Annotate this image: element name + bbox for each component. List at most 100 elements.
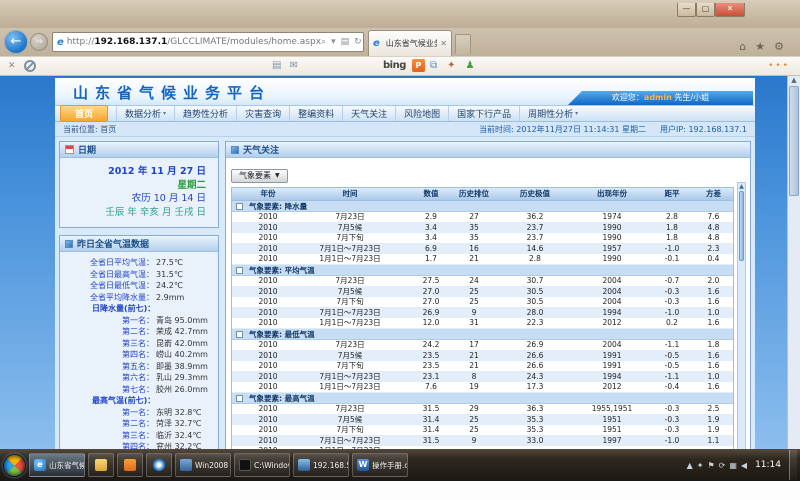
element-filter-button[interactable]: 气象要素▼ (231, 169, 288, 183)
table-scrollbar[interactable]: ▲ (737, 182, 746, 449)
menu-item-数据分析[interactable]: 数据分析▾ (116, 106, 174, 121)
site-header: 山东省气候业务平台 欢迎您：admin 先生/小姐 (55, 78, 755, 105)
menu-item-整编资料[interactable]: 整编资料 (289, 106, 342, 121)
taskbar-clock[interactable]: 11:14 (755, 460, 781, 470)
photos-icon[interactable]: ⧉ (430, 60, 437, 71)
window-titlebar: — ▢ ✕ (0, 0, 800, 28)
browser-tab[interactable]: e 山东省气候业务平... ✕ (368, 30, 452, 56)
arrow-up-icon[interactable]: ▲ (687, 461, 693, 470)
menu-item-周期性分析[interactable]: 周期性分析▾ (519, 106, 586, 121)
column-header[interactable]: 方差 (694, 188, 733, 199)
search-icon[interactable]: ⌕ (321, 37, 326, 47)
group-checkbox[interactable] (236, 203, 243, 210)
remote-desktop-icon (298, 459, 310, 471)
panel-icon (231, 146, 239, 154)
menu-item-国家下行产品[interactable]: 国家下行产品 (448, 106, 519, 121)
page-title: 山东省气候业务平台 (73, 82, 271, 103)
stats-list: 全省日平均气温：27.5℃全省日最高气温：31.5℃全省日最低气温：24.2℃全… (64, 257, 214, 303)
forward-button[interactable]: → (30, 33, 48, 51)
group-checkbox[interactable] (236, 331, 243, 338)
group-checkbox[interactable] (236, 267, 243, 274)
taskbar-button[interactable] (88, 453, 114, 477)
group-checkbox[interactable] (236, 395, 243, 402)
rank-row: 第三名：临沂 32.4℃ (64, 430, 214, 442)
url-host: 192.168.137.1 (94, 37, 167, 47)
close-addon-icon[interactable]: ✕ (8, 61, 16, 71)
column-header[interactable]: 历史排位 (452, 188, 496, 199)
tab-close-icon[interactable]: ✕ (440, 39, 447, 48)
rank-row: 第三名：昆嵛 42.0mm (64, 338, 214, 350)
system-tray: ▲ ✦⚑ ⟳▦ ◀ 11:14 (687, 450, 797, 480)
ie-icon: e (34, 459, 46, 471)
favorites-star-icon[interactable]: ★ (755, 40, 765, 53)
column-header[interactable]: 距平 (650, 188, 694, 199)
security-icon[interactable]: ✦ (697, 461, 704, 470)
minimize-button[interactable]: — (677, 3, 696, 17)
page-icon[interactable]: ▤ (341, 37, 350, 47)
table-row[interactable]: 20101月1日～7月23日1.7212.81990-0.10.4 (232, 254, 733, 265)
chevron-down-icon: ▼ (275, 172, 280, 179)
taskbar-button[interactable]: W操作手册.docx ... (352, 453, 408, 477)
scrollbar-thumb[interactable] (789, 86, 799, 196)
column-header[interactable]: 数值 (410, 188, 452, 199)
screenshot-bottom-margin (0, 481, 800, 500)
column-header[interactable]: 时间 (290, 188, 410, 199)
maximize-button[interactable]: ▢ (696, 3, 715, 17)
update-icon[interactable]: ⟳ (719, 461, 726, 470)
taskbar-button[interactable] (146, 453, 172, 477)
stat-row: 全省日平均气温：27.5℃ (64, 257, 214, 269)
column-header[interactable]: 出现年份 (574, 188, 650, 199)
word-icon: W (357, 459, 369, 471)
yesterday-weather-panel: 昨日全省气温数据 全省日平均气温：27.5℃全省日最高气温：31.5℃全省日最低… (59, 235, 219, 449)
bing-badge-icon[interactable]: P (412, 59, 425, 72)
menu-item-灾害查询[interactable]: 灾害查询 (236, 106, 289, 121)
browser-scrollbar[interactable]: ▲ (787, 76, 800, 449)
user-ip: 用户IP: 192.168.137.1 (660, 124, 747, 135)
command-bar: ✕ ▤ ✉ bing P ⧉ ✦ ♟ ••• (0, 56, 800, 76)
table-row[interactable]: 20101月1日～7月23日12.03122.320120.21.6 (232, 318, 733, 329)
card-icon[interactable]: ▤ (272, 60, 281, 71)
bing-logo[interactable]: bing (383, 60, 406, 71)
menu-item-风险地图[interactable]: 风险地图 (395, 106, 448, 121)
address-bar[interactable]: e http://192.168.137.1/GLCCLIMATE/module… (52, 32, 364, 52)
calendar-lunar-date: 农历 10 月 14 日 (66, 192, 206, 206)
calendar-weekday: 星期二 (66, 179, 206, 193)
folder-icon (95, 459, 107, 471)
rank-row: 第四名：崂山 40.2mm (64, 349, 214, 361)
taskbar-button[interactable]: Win2008 (VS2... (175, 453, 231, 477)
column-header[interactable]: 年份 (246, 188, 290, 199)
mail-icon[interactable]: ✉ (289, 60, 297, 71)
show-desktop-button[interactable] (789, 450, 797, 480)
weather-focus-panel: 天气关注 气象要素▼ 年份时间数值历史排位历史极值出现年份距平方差 气象要素: … (225, 141, 751, 449)
new-tab-button[interactable] (455, 34, 471, 54)
flag-icon[interactable]: ⚑ (707, 461, 714, 470)
taskbar-button[interactable]: e山东省气候业... (29, 453, 85, 477)
back-button[interactable]: ← (4, 30, 28, 54)
scrollbar-thumb[interactable] (739, 191, 744, 261)
speaker-icon[interactable]: ◀ (741, 461, 747, 470)
menu-item-趋势性分析[interactable]: 趋势性分析 (174, 106, 236, 121)
taskbar-button[interactable] (117, 453, 143, 477)
taskbar-button[interactable]: C:\Windows\s... (234, 453, 290, 477)
stat-row: 全省日最低气温：24.2℃ (64, 280, 214, 292)
close-button[interactable]: ✕ (715, 3, 745, 17)
column-header[interactable]: 历史极值 (496, 188, 574, 199)
table-row[interactable]: 20101月1日～7月23日7.61917.32012-0.41.6 (232, 382, 733, 393)
breadcrumb-row: 当前位置: 首页 当前时间: 2012年11月27日 11:14:31 星期二 … (55, 122, 755, 137)
home-icon[interactable]: ⌂ (739, 40, 746, 53)
paint-icon[interactable]: ✦ (447, 60, 455, 71)
refresh-icon[interactable]: ↻ (354, 37, 362, 47)
rank-sections: 日降水量(前七)：第一名：青岛 95.0mm第二名：荣成 42.7mm第三名：昆… (64, 303, 214, 449)
page-container: 山东省气候业务平台 欢迎您：admin 先生/小姐 首页数据分析▾趋势性分析灾害… (55, 78, 755, 449)
menu-item-天气关注[interactable]: 天气关注 (342, 106, 395, 121)
network-icon[interactable]: ▦ (729, 461, 737, 470)
puzzle-addon-icon[interactable]: ♟ (466, 60, 475, 71)
chevron-down-icon[interactable]: ▾ (331, 37, 336, 47)
more-options-icon[interactable]: ••• (768, 61, 790, 71)
settings-gear-icon[interactable]: ⚙ (774, 40, 784, 53)
menu-item-首页[interactable]: 首页 (60, 105, 108, 122)
taskbar-button-label: C:\Windows\s... (254, 461, 290, 470)
start-button[interactable] (3, 454, 26, 477)
calendar-panel-title: 日期 (78, 143, 96, 156)
taskbar-button[interactable]: 192.168.59.99... (293, 453, 349, 477)
